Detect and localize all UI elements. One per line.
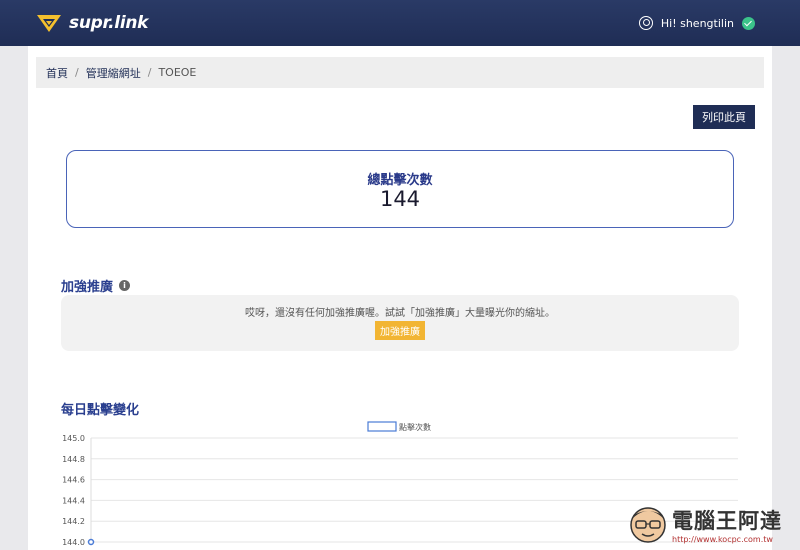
y-tick-label: 144.4 (62, 496, 85, 505)
y-tick-label: 144.0 (62, 538, 85, 547)
breadcrumb-manage[interactable]: 管理縮網址 (86, 65, 141, 81)
total-clicks-label: 總點擊次數 (367, 173, 433, 188)
promotion-section-title: 加強推廣 i (61, 276, 131, 295)
daily-clicks-title: 每日點擊變化 (61, 403, 140, 418)
watermark: 電腦王阿達 http://www.kocpc.com.tw (628, 498, 798, 550)
y-tick-label: 145.0 (62, 434, 85, 443)
promotion-empty-box: 哎呀，還沒有任何加強推廣喔。試試「加強推廣」大量曝光你的縮址。 加強推廣 (61, 295, 739, 351)
breadcrumb-current: TOEOE (158, 66, 197, 79)
breadcrumb-separator: / (147, 66, 152, 79)
legend-swatch (367, 421, 397, 432)
data-point (87, 538, 95, 546)
total-clicks-value: 144 (379, 187, 421, 211)
breadcrumb: 首頁 / 管理縮網址 / TOEOE (36, 57, 764, 88)
daily-clicks-section-title: 每日點擊變化 (61, 399, 139, 418)
info-icon[interactable]: i (119, 280, 131, 291)
legend-label: 點擊次數 (399, 422, 431, 432)
breadcrumb-home[interactable]: 首頁 (46, 65, 68, 81)
total-clicks-card: 總點擊次數 144 (66, 150, 734, 228)
y-tick-label: 144.6 (62, 476, 85, 485)
watermark-url: http://www.kocpc.com.tw (672, 534, 773, 544)
mascot-face-icon (630, 507, 666, 543)
y-tick-label: 144.8 (62, 455, 85, 464)
user-menu[interactable]: Hi! shengtilin (638, 16, 755, 30)
verified-check-icon (742, 16, 755, 30)
promote-button[interactable]: 加強推廣 (375, 321, 425, 340)
logo[interactable]: supr.link (35, 13, 148, 33)
logo-icon (37, 15, 61, 32)
user-icon (638, 16, 653, 30)
top-navbar: supr.link Hi! shengtilin (0, 0, 800, 46)
promotion-title: 加強推廣 (61, 280, 114, 295)
print-page-button[interactable]: 列印此頁 (693, 105, 755, 129)
promotion-empty-message: 哎呀，還沒有任何加強推廣喔。試試「加強推廣」大量曝光你的縮址。 (245, 308, 555, 319)
y-tick-label: 144.2 (62, 517, 85, 526)
watermark-title: 電腦王阿達 (672, 508, 782, 533)
main-panel: 首頁 / 管理縮網址 / TOEOE 列印此頁 總點擊次數 144 加強推廣 i… (28, 46, 772, 550)
breadcrumb-separator: / (75, 66, 79, 79)
user-greeting: Hi! shengtilin (660, 16, 734, 30)
logo-text: supr.link (69, 13, 149, 33)
